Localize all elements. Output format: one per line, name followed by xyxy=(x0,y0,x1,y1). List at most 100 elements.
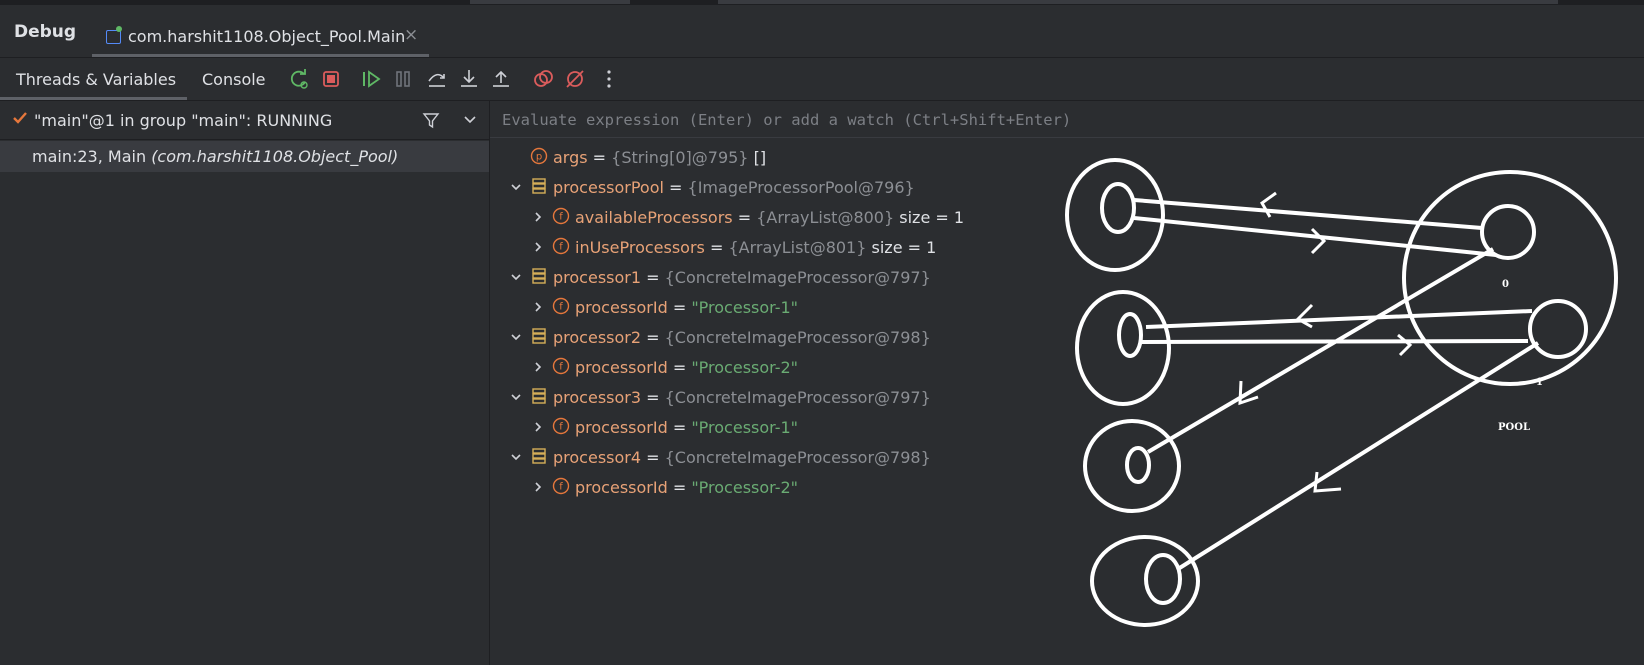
chevron-down-icon[interactable] xyxy=(509,390,523,404)
chevron-right-icon[interactable] xyxy=(531,210,545,224)
variable-text: processorPool = {ImageProcessorPool@796} xyxy=(553,178,915,197)
more-icon[interactable] xyxy=(598,68,620,90)
variable-row[interactable]: processor2 = {ConcreteImageProcessor@798… xyxy=(490,323,1050,353)
field-icon: f xyxy=(552,237,570,255)
rerun-icon[interactable] xyxy=(288,68,310,90)
stack-frame-row[interactable]: main:23, Main (com.harshit1108.Object_Po… xyxy=(0,141,489,172)
thread-label: "main"@1 in group "main": RUNNING xyxy=(34,111,333,130)
arrow-mark xyxy=(1260,191,1277,218)
variable-row[interactable]: p args = {String[0]@795} [] xyxy=(490,143,1050,173)
variable-name: availableProcessors xyxy=(575,208,733,227)
variable-name: processorId xyxy=(575,478,668,497)
variable-row[interactable]: f availableProcessors = {ArrayList@800} s… xyxy=(490,203,1050,233)
active-tab-underline xyxy=(0,97,187,100)
field-icon: f xyxy=(552,207,570,225)
pause-icon[interactable] xyxy=(392,68,414,90)
svg-text:p: p xyxy=(536,152,542,163)
variable-row[interactable]: f processorId = "Processor-1" xyxy=(490,293,1050,323)
object-icon xyxy=(532,448,546,464)
field-icon: f xyxy=(552,477,570,495)
variable-type: {ArrayList@801} xyxy=(728,238,867,257)
chevron-down-icon[interactable] xyxy=(509,180,523,194)
link-line xyxy=(1145,309,1533,329)
variable-text: args = {String[0]@795} [] xyxy=(553,148,767,167)
filter-icon[interactable] xyxy=(422,111,440,129)
chevron-right-icon[interactable] xyxy=(531,240,545,254)
arrow-mark xyxy=(1295,303,1314,329)
variable-type: {ConcreteImageProcessor@797} xyxy=(664,268,931,287)
arrow-mark xyxy=(1397,333,1413,357)
object-pool-sketch: 0 1 POOL xyxy=(1065,158,1618,627)
running-status-dot xyxy=(116,26,122,32)
chevron-right-icon[interactable] xyxy=(531,480,545,494)
variable-type: {ImageProcessorPool@796} xyxy=(687,178,915,197)
evaluate-expression-input[interactable] xyxy=(500,105,1604,135)
debug-toolbar: Threads & Variables Console xyxy=(0,58,1644,101)
field-icon: f xyxy=(552,297,570,315)
arrow-mark xyxy=(1310,227,1327,255)
chevron-right-icon[interactable] xyxy=(531,360,545,374)
variable-text: inUseProcessors = {ArrayList@801} size =… xyxy=(575,238,937,257)
thread-selector[interactable]: "main"@1 in group "main": RUNNING xyxy=(0,101,489,140)
variable-row[interactable]: f processorId = "Processor-2" xyxy=(490,353,1050,383)
variable-value: [] xyxy=(753,148,767,167)
variable-value: "Processor-2" xyxy=(691,478,799,497)
variable-name: inUseProcessors xyxy=(575,238,705,257)
link-line xyxy=(1176,341,1540,571)
chevron-down-icon[interactable] xyxy=(463,114,477,126)
variable-row[interactable]: processor4 = {ConcreteImageProcessor@798… xyxy=(490,443,1050,473)
svg-text:f: f xyxy=(559,422,563,433)
variable-name: processorPool xyxy=(553,178,664,197)
step-out-icon[interactable] xyxy=(490,68,512,90)
variable-text: processor2 = {ConcreteImageProcessor@798… xyxy=(553,328,931,347)
variable-name: processorId xyxy=(575,418,668,437)
variable-row[interactable]: processor3 = {ConcreteImageProcessor@797… xyxy=(490,383,1050,413)
client-inner-ellipse xyxy=(1100,182,1136,234)
client-circle xyxy=(1083,419,1181,513)
svg-text:f: f xyxy=(559,212,563,223)
tab-threads-variables[interactable]: Threads & Variables xyxy=(16,70,176,89)
close-icon[interactable]: × xyxy=(404,25,418,45)
parameter-icon: p xyxy=(530,147,548,165)
tab-label: com.harshit1108.Object_Pool.Main xyxy=(128,27,406,46)
client-inner-ellipse xyxy=(1144,553,1182,605)
object-icon xyxy=(532,328,546,344)
top-strip-segment xyxy=(718,0,1558,4)
variable-row[interactable]: processorPool = {ImageProcessorPool@796} xyxy=(490,173,1050,203)
variable-row[interactable]: processor1 = {ConcreteImageProcessor@797… xyxy=(490,263,1050,293)
resume-icon[interactable] xyxy=(360,68,382,90)
chevron-down-icon[interactable] xyxy=(509,330,523,344)
variable-row[interactable]: f inUseProcessors = {ArrayList@801} size … xyxy=(490,233,1050,263)
view-breakpoints-icon[interactable] xyxy=(532,68,554,90)
variable-type: {String[0]@795} xyxy=(611,148,749,167)
variable-value: size = 1 xyxy=(899,208,965,227)
variable-row[interactable]: f processorId = "Processor-2" xyxy=(490,473,1050,503)
variable-name: processor1 xyxy=(553,268,642,287)
variable-name: args xyxy=(553,148,588,167)
tab-console[interactable]: Console xyxy=(202,70,266,89)
variable-name: processor3 xyxy=(553,388,642,407)
chevron-right-icon[interactable] xyxy=(531,420,545,434)
chevron-right-icon[interactable] xyxy=(531,300,545,314)
variable-name: processorId xyxy=(575,298,668,317)
stop-icon[interactable] xyxy=(320,68,342,90)
step-over-icon[interactable] xyxy=(426,68,448,90)
chevron-down-icon[interactable] xyxy=(509,450,523,464)
client-inner-ellipse xyxy=(1125,446,1151,484)
variable-text: processor4 = {ConcreteImageProcessor@798… xyxy=(553,448,931,467)
variable-text: processorId = "Processor-1" xyxy=(575,418,799,437)
variable-type: {ConcreteImageProcessor@798} xyxy=(664,448,931,467)
variable-name: processor4 xyxy=(553,448,642,467)
panel-title: Debug xyxy=(14,22,77,42)
checkmark-icon xyxy=(13,112,27,124)
variable-text: processor3 = {ConcreteImageProcessor@797… xyxy=(553,388,931,407)
step-into-icon[interactable] xyxy=(458,68,480,90)
tab-main-config[interactable]: com.harshit1108.Object_Pool.Main × xyxy=(92,10,429,57)
variable-name: processor2 xyxy=(553,328,642,347)
variable-row[interactable]: f processorId = "Processor-1" xyxy=(490,413,1050,443)
mute-breakpoints-icon[interactable] xyxy=(564,68,586,90)
variable-name: processorId xyxy=(575,358,668,377)
object-icon xyxy=(532,388,546,404)
variable-text: availableProcessors = {ArrayList@800} si… xyxy=(575,208,965,227)
chevron-down-icon[interactable] xyxy=(509,270,523,284)
